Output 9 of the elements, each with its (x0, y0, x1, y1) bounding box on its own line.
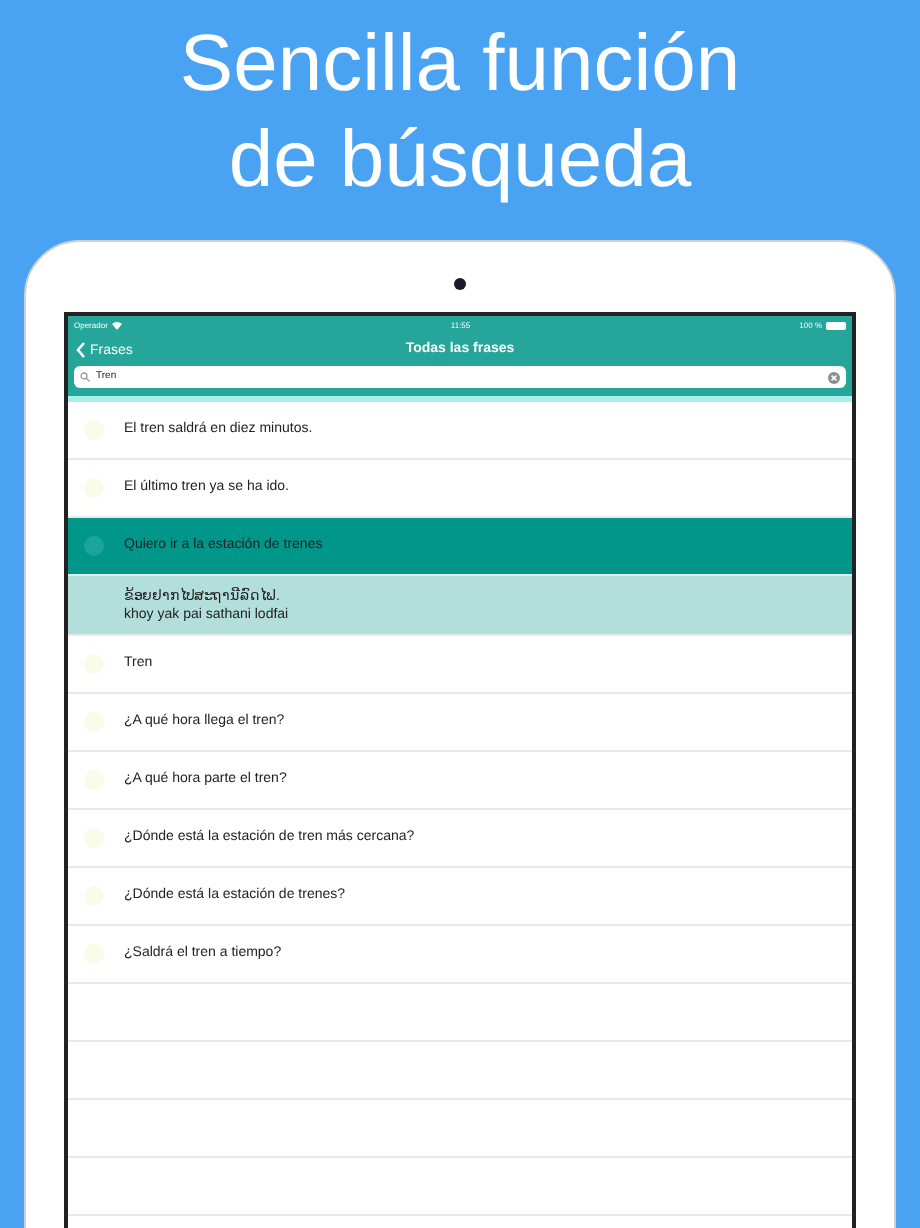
search-icon (80, 372, 90, 382)
wifi-icon (111, 321, 122, 329)
circle-icon (84, 536, 104, 556)
chevron-left-icon (76, 342, 86, 358)
battery-icon (826, 321, 846, 329)
headline: Sencilla función (179, 18, 741, 112)
clear-icon[interactable] (828, 371, 840, 383)
headline: de búsqueda (228, 114, 692, 208)
camera-icon (454, 278, 466, 290)
